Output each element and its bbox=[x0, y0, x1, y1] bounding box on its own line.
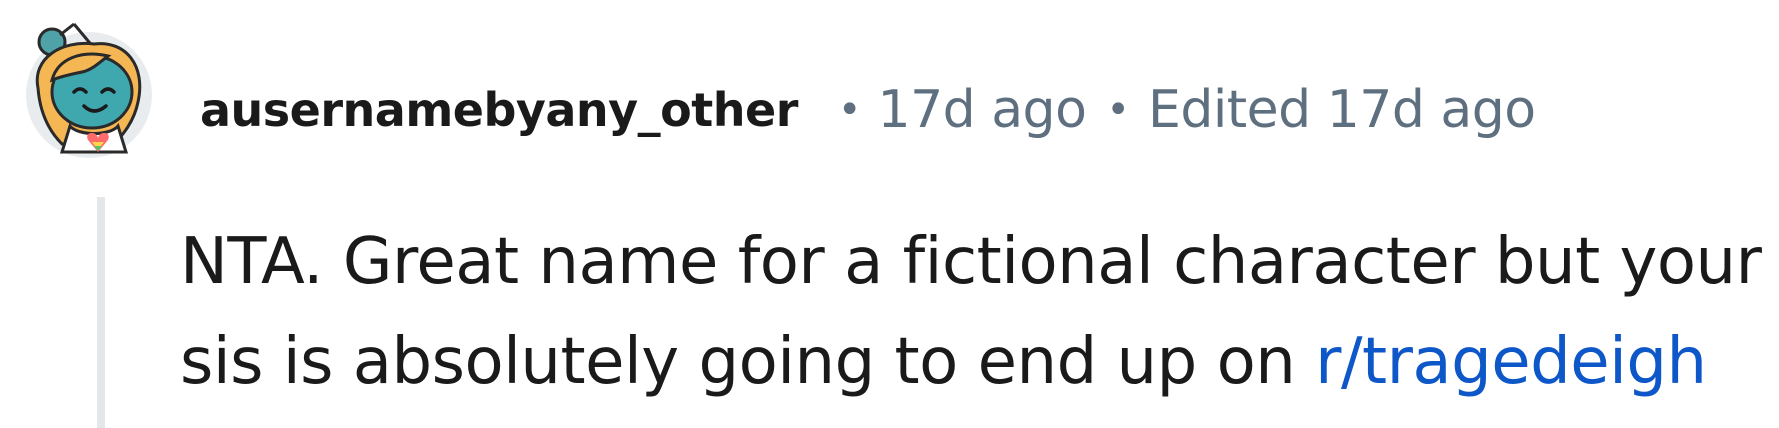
comment-meta: ausernamebyany_other • 17d ago • Edited … bbox=[200, 78, 1536, 142]
comment-body-line: NTA. Great name for a fictional characte… bbox=[180, 225, 1762, 299]
comment-edited: Edited 17d ago bbox=[1147, 80, 1536, 140]
comment-body-line: sis is absolutely going to end up on r/t… bbox=[180, 312, 1760, 412]
comment: ausernamebyany_other • 17d ago • Edited … bbox=[0, 0, 1779, 428]
thread-line[interactable] bbox=[97, 197, 105, 428]
comment-body-text: sis is absolutely going to end up on bbox=[180, 325, 1316, 399]
meta-separator: • bbox=[837, 87, 862, 133]
comment-body: NTA. Great name for a fictional characte… bbox=[180, 212, 1762, 412]
meta-separator: • bbox=[1106, 87, 1130, 133]
subreddit-link[interactable]: r/tragedeigh bbox=[1315, 325, 1707, 399]
comment-age[interactable]: 17d ago bbox=[877, 80, 1086, 140]
user-avatar-icon[interactable] bbox=[22, 18, 156, 160]
comment-author[interactable]: ausernamebyany_other bbox=[200, 83, 798, 137]
snoo-avatar-icon bbox=[26, 22, 152, 158]
